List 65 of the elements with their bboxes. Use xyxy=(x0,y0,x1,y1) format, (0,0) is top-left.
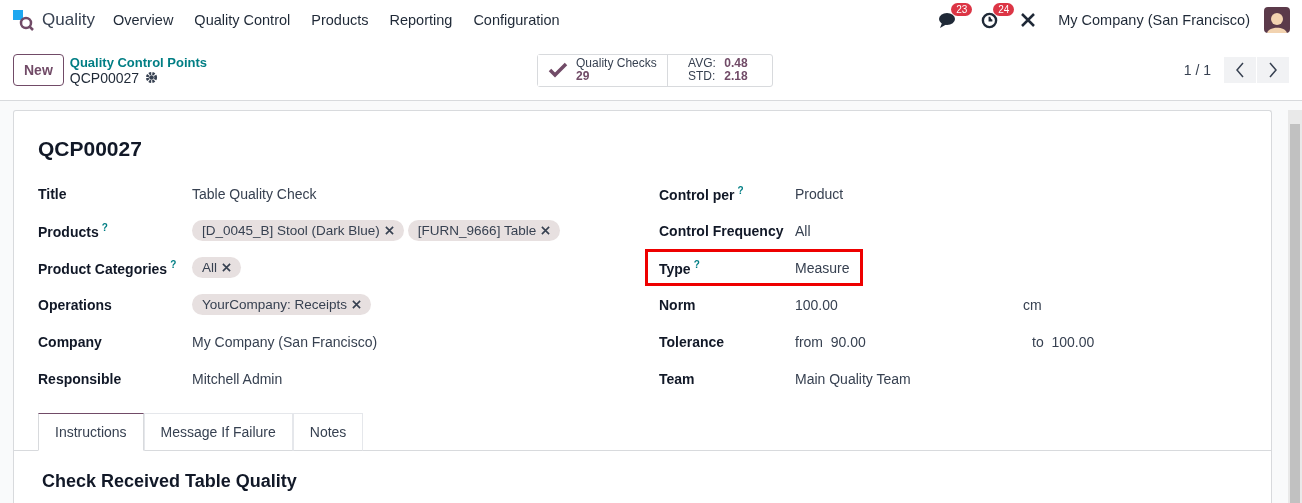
company-switcher[interactable]: My Company (San Francisco) xyxy=(1058,12,1250,28)
field-label: Operations xyxy=(38,296,113,313)
breadcrumb-link[interactable]: Quality Control Points xyxy=(69,54,208,70)
tag: All xyxy=(192,257,241,278)
menu-item[interactable]: Configuration xyxy=(473,12,560,28)
tag: YourCompany: Receipts xyxy=(192,294,372,315)
check-icon xyxy=(548,62,569,78)
quality-checks-button[interactable]: Quality Checks 29 xyxy=(538,54,669,86)
record-name: QCP00027 xyxy=(69,69,140,86)
next-button[interactable] xyxy=(1257,57,1289,83)
clock-icon[interactable] xyxy=(981,11,999,29)
remove-icon[interactable] xyxy=(222,263,231,272)
stat-value: 2.18 xyxy=(724,70,749,83)
field-value: from 90.00 xyxy=(795,333,867,350)
remove-icon[interactable] xyxy=(541,226,551,235)
field-value: Table Quality Check xyxy=(192,185,318,202)
activity-count-badge: 24 xyxy=(993,2,1015,16)
stat-label: STD: xyxy=(688,70,717,83)
scrollbar[interactable] xyxy=(1288,110,1302,503)
field-label: Team xyxy=(659,370,696,387)
new-button[interactable]: New xyxy=(13,54,64,86)
field-value: 100.00 xyxy=(795,296,839,313)
person-icon xyxy=(1267,11,1287,33)
stat-label: AVG: xyxy=(688,57,717,70)
field-label: Type $^{?}$ xyxy=(659,258,701,277)
unit-label: cm xyxy=(1023,296,1043,313)
menu-item[interactable]: Reporting xyxy=(389,12,453,28)
field-label: Control per $^{?}$ xyxy=(659,184,745,203)
tab[interactable]: Message If Failure xyxy=(143,413,293,451)
previous-button[interactable] xyxy=(1224,57,1256,83)
field-value: Product xyxy=(795,185,845,202)
message-count-badge: 23 xyxy=(951,2,973,16)
field-value: to 100.00 xyxy=(1032,333,1096,350)
menu-item[interactable]: Quality Control xyxy=(194,12,291,28)
field-value: Measure xyxy=(795,259,851,276)
record-title: QCP00027 xyxy=(38,137,143,161)
field-value: All xyxy=(795,222,812,239)
tab[interactable]: Notes xyxy=(292,413,364,451)
chevron-right-icon xyxy=(1268,62,1278,78)
field-value: Mitchell Admin xyxy=(192,370,284,387)
field-value: Main Quality Team xyxy=(795,370,912,387)
app-name[interactable]: Quality xyxy=(42,10,95,30)
pager-value[interactable]: 1 / 1 xyxy=(1183,62,1211,78)
stat-value: 0.48 xyxy=(724,57,749,70)
menu-item[interactable]: Products xyxy=(311,12,369,28)
field-label: Company xyxy=(38,333,103,350)
menu-item[interactable]: Overview xyxy=(112,12,174,28)
instructions-heading: Check Received Table Quality xyxy=(42,471,298,492)
field-label: Responsible xyxy=(38,370,123,387)
tag: [FURN_9666] Table xyxy=(407,220,561,241)
field-label: Norm xyxy=(659,296,697,313)
settings-icon[interactable] xyxy=(145,71,159,84)
tab[interactable]: Instructions xyxy=(38,413,144,451)
field-label: Product Categories $^{?}$ xyxy=(38,258,178,277)
user-avatar[interactable] xyxy=(1264,7,1290,33)
remove-icon[interactable] xyxy=(352,300,362,309)
remove-icon[interactable] xyxy=(384,226,394,235)
field-label: Title xyxy=(38,185,68,202)
field-label: Tolerance xyxy=(659,333,726,350)
field-label: Control Frequency xyxy=(659,222,785,239)
field-value: My Company (San Francisco) xyxy=(192,333,379,350)
tag: [D_0045_B] Stool (Dark Blue) xyxy=(192,220,404,241)
chevron-left-icon xyxy=(1235,62,1245,78)
app-logo-icon[interactable] xyxy=(12,9,34,31)
field-label: Products $^{?}$ xyxy=(38,221,109,240)
